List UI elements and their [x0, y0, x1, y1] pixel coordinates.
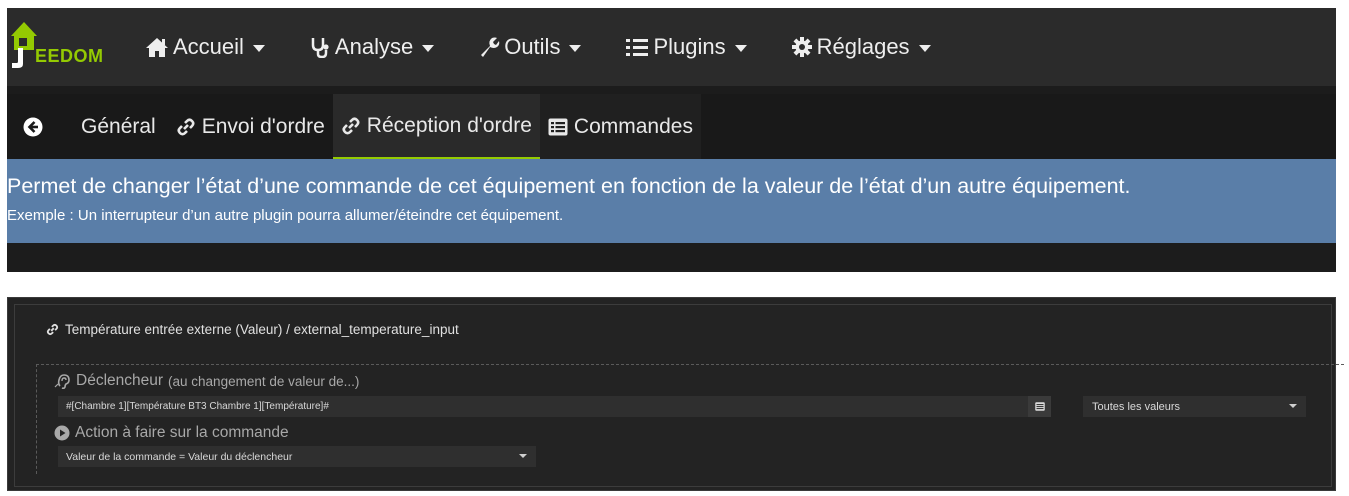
action-label-text: Action à faire sur la commande — [75, 424, 289, 441]
trigger-command-value: #[Chambre 1][Température BT3 Chambre 1][… — [66, 401, 329, 412]
link-icon — [342, 116, 360, 135]
command-title: Température entrée externe (Valeur) / ex… — [46, 322, 459, 337]
nav-analyse-label: Analyse — [334, 34, 414, 59]
chevron-down-icon — [569, 44, 582, 52]
logo[interactable]: EEDOM — [7, 8, 127, 86]
back-button[interactable] — [7, 94, 59, 159]
nav-reglages-label: Réglages — [816, 34, 910, 59]
home-icon — [146, 38, 168, 57]
tab-envoi-ordre[interactable]: Envoi d'ordre — [168, 94, 333, 159]
tab-commandes[interactable]: Commandes — [539, 94, 701, 159]
wrench-icon — [481, 37, 500, 57]
command-panel: Température entrée externe (Valeur) / ex… — [7, 297, 1344, 491]
info-example: Exemple : Un interrupteur d’un autre plu… — [7, 207, 564, 224]
tab-envoi-ordre-label: Envoi d'ordre — [201, 114, 325, 138]
trigger-label-text: Déclencheur — [76, 372, 164, 389]
tab-general-label: Général — [81, 114, 156, 138]
navbar: EEDOM Accueil Analyse Outils Plugins Rég… — [7, 8, 1336, 86]
gear-icon — [791, 37, 812, 57]
tabs-bar: Général Envoi d'ordre Réception d'ordre — [7, 94, 1336, 159]
chevron-down-icon — [519, 454, 527, 458]
ear-icon — [54, 374, 70, 389]
chevron-down-icon — [734, 44, 747, 52]
play-circle-icon — [54, 425, 70, 441]
nav-accueil-label: Accueil — [173, 34, 244, 59]
nav-outils[interactable]: Outils — [478, 34, 582, 60]
link-icon — [46, 323, 59, 336]
command-title-text: Température entrée externe (Valeur) / ex… — [65, 322, 459, 337]
chevron-down-icon — [1289, 404, 1297, 408]
chevron-down-icon — [918, 44, 931, 52]
stethoscope-icon — [311, 38, 329, 58]
list-icon — [626, 39, 649, 56]
list-alt-icon — [548, 118, 568, 135]
nav-analyse[interactable]: Analyse — [309, 34, 435, 60]
trigger-command-input[interactable]: #[Chambre 1][Température BT3 Chambre 1][… — [58, 396, 1051, 417]
action-selected: Valeur de la commande = Valeur du déclen… — [66, 450, 293, 463]
trigger-values-selected: Toutes les valeurs — [1092, 400, 1181, 413]
logo-text: EEDOM — [35, 46, 104, 66]
arrow-circle-left-icon — [23, 117, 43, 136]
tab-general[interactable]: Général — [59, 94, 168, 159]
info-description: Permet de changer l’état d’une commande … — [7, 174, 1131, 198]
nav-plugins[interactable]: Plugins — [625, 34, 747, 60]
trigger-label: Déclencheur (au changement de valeur de.… — [54, 372, 359, 390]
link-icon — [177, 117, 195, 136]
tab-reception-ordre-label: Réception d'ordre — [366, 113, 532, 137]
action-select[interactable]: Valeur de la commande = Valeur du déclen… — [58, 446, 536, 467]
info-alert: Permet de changer l’état d’une commande … — [7, 159, 1336, 243]
list-alt-icon — [1034, 402, 1045, 411]
tab-commandes-label: Commandes — [573, 114, 693, 138]
chevron-down-icon — [422, 44, 435, 52]
nav-plugins-label: Plugins — [653, 34, 726, 59]
tab-reception-ordre[interactable]: Réception d'ordre — [332, 94, 540, 159]
action-label: Action à faire sur la commande — [54, 424, 289, 442]
nav-reglages[interactable]: Réglages — [791, 34, 931, 60]
trigger-values-select[interactable]: Toutes les valeurs — [1083, 396, 1306, 417]
nav-outils-label: Outils — [504, 34, 561, 59]
trigger-sublabel: (au changement de valeur de...) — [168, 373, 360, 389]
nav-accueil[interactable]: Accueil — [145, 34, 265, 60]
chevron-down-icon — [252, 44, 265, 52]
top-panel: EEDOM Accueil Analyse Outils Plugins Rég… — [7, 8, 1336, 272]
trigger-select-command-button[interactable] — [1028, 396, 1051, 417]
